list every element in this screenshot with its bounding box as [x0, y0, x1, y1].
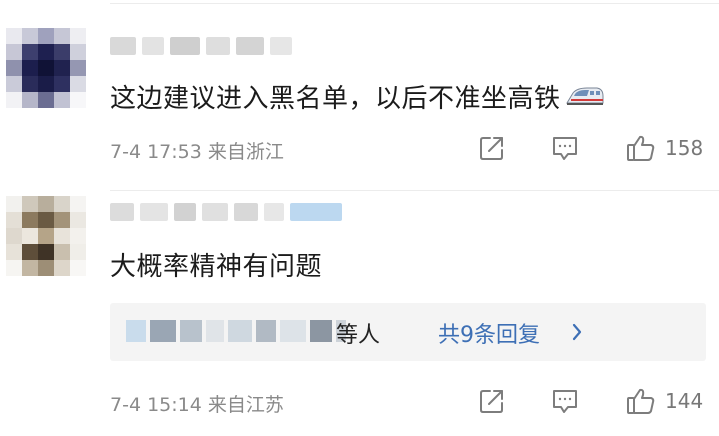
comment-text: 大概率精神有问题	[110, 252, 323, 282]
comment-icon	[553, 390, 577, 413]
comment-time: 17:53	[147, 141, 202, 163]
high-speed-train-icon	[565, 84, 605, 115]
comment-meta: 7-4 15:14 来自江苏	[110, 390, 284, 417]
view-replies-link[interactable]: 共9条回复	[438, 317, 540, 349]
avatar[interactable]	[6, 28, 86, 108]
username-blurred[interactable]	[110, 37, 292, 55]
comment-actions: 158	[470, 133, 715, 163]
comment-location: 来自浙江	[207, 141, 284, 163]
share-icon	[480, 137, 503, 160]
like-button[interactable]: 158	[625, 133, 703, 163]
thumbs-up-icon	[627, 135, 655, 161]
like-button[interactable]: 144	[625, 386, 703, 416]
comment-location: 来自江苏	[207, 394, 284, 416]
comment-text-content: 这边建议进入黑名单，以后不准坐高铁	[110, 84, 561, 114]
comment-item: 这边建议进入黑名单，以后不准坐高铁 7-4 17:53 来自浙江 158	[0, 0, 719, 192]
comment-time: 15:14	[147, 394, 202, 416]
like-count: 144	[665, 389, 704, 413]
like-count: 158	[665, 136, 704, 160]
share-button[interactable]	[478, 386, 506, 416]
reply-users-blurred	[126, 317, 346, 345]
comment-meta: 7-4 17:53 来自浙江	[110, 137, 284, 164]
comment-actions: 144	[470, 386, 715, 416]
comment-date: 7-4	[110, 394, 142, 416]
comment-text: 这边建议进入黑名单，以后不准坐高铁	[110, 78, 605, 115]
chevron-right-icon[interactable]	[571, 322, 583, 342]
avatar[interactable]	[6, 196, 86, 276]
reply-button[interactable]	[550, 386, 580, 416]
username-blurred[interactable]	[110, 203, 342, 221]
comment-icon	[553, 137, 577, 160]
reply-button[interactable]	[550, 133, 580, 163]
share-button[interactable]	[478, 133, 506, 163]
reply-people-label: 等人	[336, 323, 381, 348]
comment-divider	[110, 190, 719, 191]
thumbs-up-icon	[627, 388, 655, 414]
comment-date: 7-4	[110, 141, 142, 163]
replies-preview[interactable]: 等人 共9条回复	[110, 303, 706, 361]
share-icon	[480, 390, 503, 413]
